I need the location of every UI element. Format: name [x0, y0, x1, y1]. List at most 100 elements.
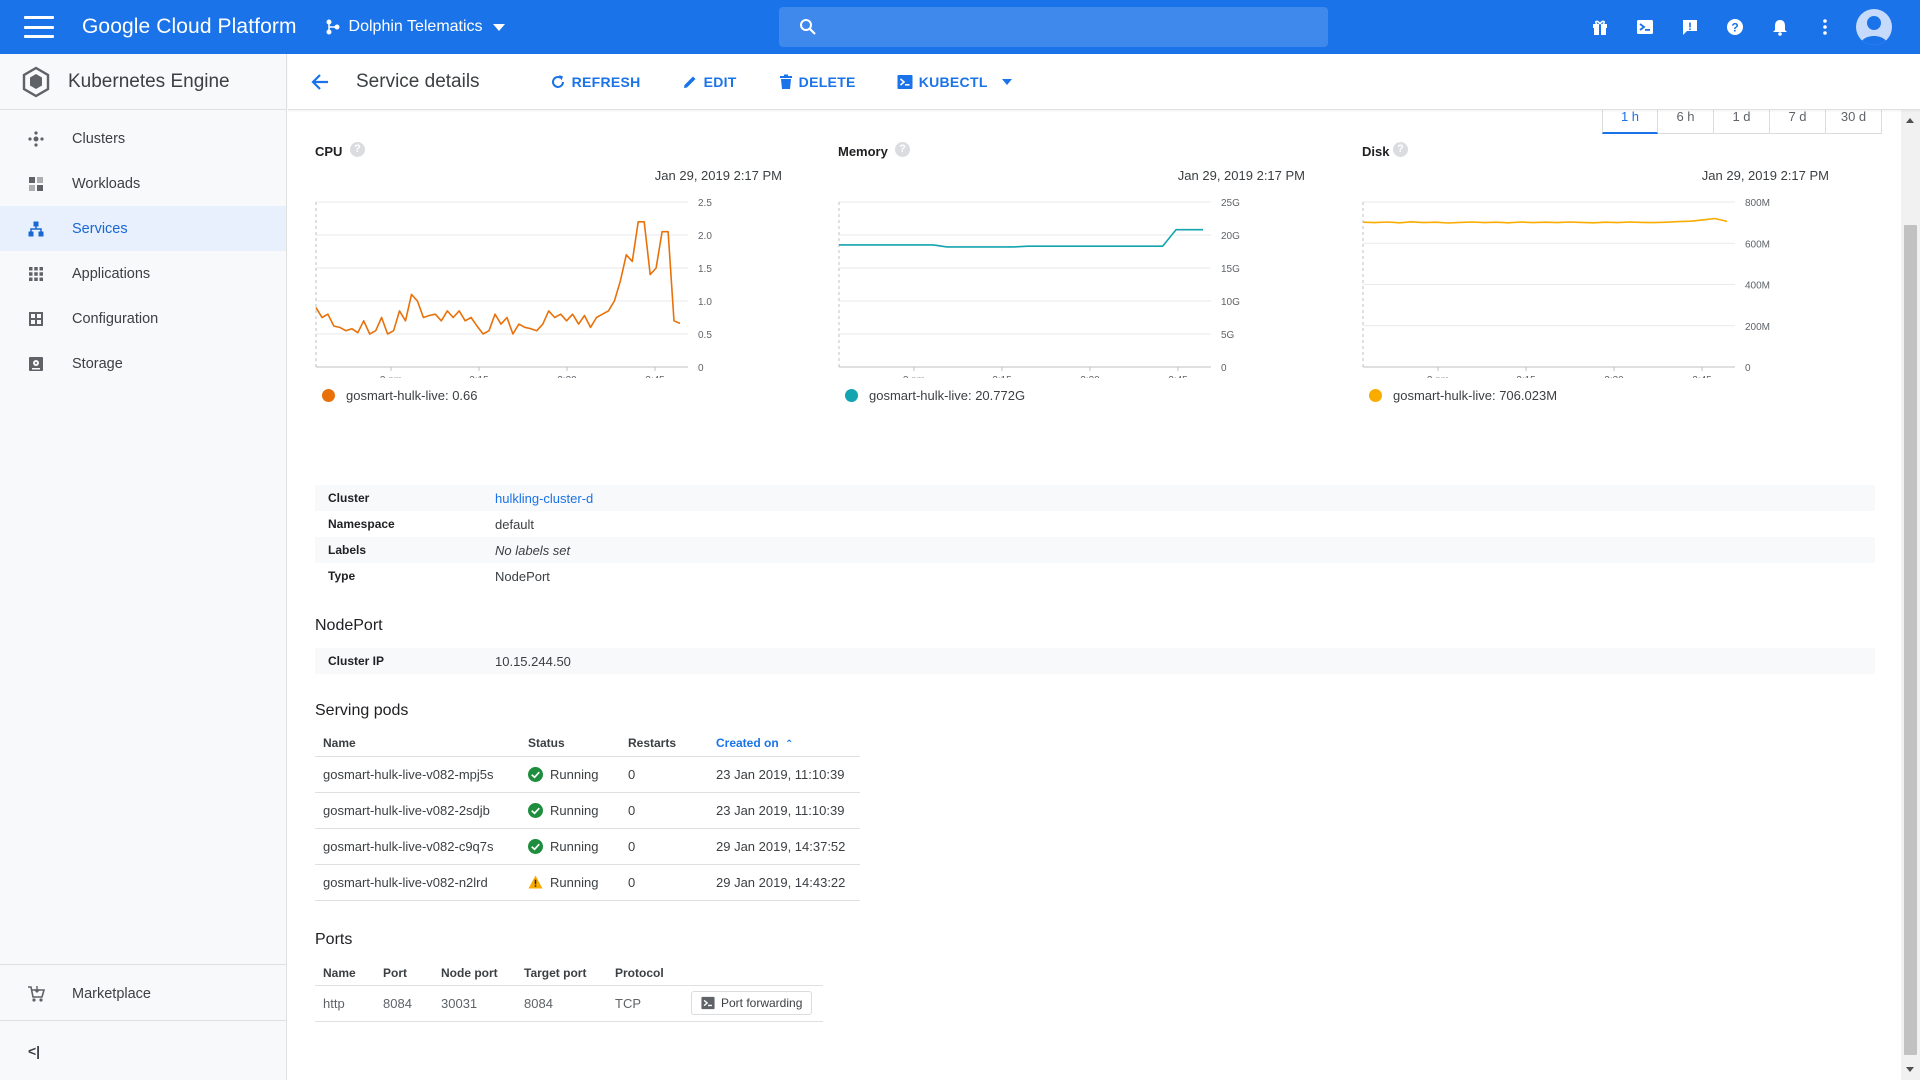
target-port: 8084 [516, 985, 607, 1022]
sidebar-item-configuration[interactable]: Configuration [0, 296, 286, 341]
detail-key: Type [328, 569, 356, 583]
back-arrow-icon[interactable] [310, 72, 330, 92]
refresh-label: REFRESH [571, 73, 641, 90]
svg-text:?: ? [1731, 21, 1738, 35]
port-name: http [315, 985, 375, 1022]
x-tick-label: 2 pm [380, 375, 402, 378]
services-icon [27, 220, 45, 238]
kubectl-button[interactable]: KUBECTL [897, 74, 1012, 90]
gift-icon[interactable] [1585, 12, 1615, 42]
y-tick-label: 20G [1221, 231, 1240, 242]
project-selector[interactable]: Dolphin Telematics [325, 18, 505, 36]
y-tick-label: 0 [698, 363, 704, 374]
help-icon[interactable]: ? [350, 142, 365, 157]
cpu-chart-plot: 0 0.5 1.0 1.5 2.0 2.5 2 pm 2:15 2:30 2:45 [315, 198, 712, 378]
detail-row: Cluster hulkling-cluster-d [315, 485, 1875, 511]
cluster-link[interactable]: hulkling-cluster-d [495, 491, 593, 506]
pod-name[interactable]: gosmart-hulk-live-v082-mpj5s [315, 756, 520, 793]
feedback-icon[interactable] [1675, 12, 1705, 42]
pod-status: Running [550, 802, 599, 818]
x-tick-label: 2:45 [1168, 375, 1188, 378]
page-scrollbar[interactable] [1901, 110, 1920, 1080]
node-port: 30031 [433, 985, 516, 1022]
sidebar-item-label: Configuration [72, 310, 159, 327]
sidebar-item-label: Applications [72, 265, 151, 282]
y-tick-label: 5G [1221, 330, 1235, 341]
sort-created-on-header[interactable]: Created on ⌃ [708, 730, 860, 757]
brand-title[interactable]: Google Cloud Platform [82, 15, 297, 39]
scroll-up-icon[interactable] [1906, 118, 1914, 123]
delete-button[interactable]: DELETE [779, 74, 856, 90]
help-icon[interactable]: ? [1720, 12, 1750, 42]
pod-status: Running [550, 766, 599, 782]
notifications-icon[interactable] [1765, 12, 1795, 42]
column-header: Node port [433, 961, 516, 986]
chevron-down-icon[interactable] [1001, 78, 1012, 85]
refresh-button[interactable]: REFRESH [550, 74, 641, 90]
y-tick-label: 10G [1221, 297, 1240, 308]
disk-chart-plot: 0 200M 400M 600M 800M 2 pm 2:15 2:30 2:45 [1362, 198, 1770, 378]
port-number: 8084 [375, 985, 433, 1022]
cpu-chart-legend: gosmart-hulk-live: 0.66 [322, 388, 478, 403]
collapse-sidebar-button[interactable]: <| [0, 1020, 286, 1080]
y-tick-label: 2.5 [698, 198, 712, 209]
x-tick-label: 2 pm [1427, 375, 1449, 378]
y-tick-label: 0 [1745, 363, 1751, 374]
detail-row: Namespace default [315, 511, 1875, 537]
detail-value: 10.15.244.50 [495, 653, 571, 669]
sidebar-item-services[interactable]: Services [0, 206, 286, 251]
x-tick-label: 2:30 [1604, 375, 1624, 378]
pod-name[interactable]: gosmart-hulk-live-v082-c9q7s [315, 828, 520, 865]
cloud-shell-icon[interactable] [1630, 12, 1660, 42]
y-tick-label: 2.0 [698, 231, 712, 242]
y-tick-label: 600M [1745, 239, 1770, 250]
project-icon [326, 19, 340, 35]
disk-chart: Disk ? Jan 29, 2019 2:17 PM 0 200M 400M 600… [1335, 128, 1835, 488]
scroll-down-icon[interactable] [1906, 1067, 1914, 1072]
sidebar-item-clusters[interactable]: Clusters [0, 116, 286, 161]
pod-created: 23 Jan 2019, 11:10:39 [708, 792, 860, 829]
workloads-icon [27, 175, 45, 193]
delete-label: DELETE [798, 73, 856, 90]
more-vert-icon[interactable] [1810, 12, 1840, 42]
search-icon [800, 19, 816, 35]
project-name: Dolphin Telematics [348, 18, 483, 35]
check-circle-icon [528, 766, 543, 782]
table-row: http 8084 30031 8084 TCP Port forwarding [315, 985, 823, 1022]
search-input[interactable] [829, 18, 1299, 36]
sort-ascending-icon: ⌃ [785, 738, 794, 750]
disk-chart-legend: gosmart-hulk-live: 706.023M [1369, 388, 1557, 403]
applications-icon [27, 265, 45, 283]
sidebar-item-storage[interactable]: Storage [0, 341, 286, 386]
sidebar-item-workloads[interactable]: Workloads [0, 161, 286, 206]
detail-key: Namespace [328, 517, 395, 531]
disk-chart-title: Disk [1362, 144, 1390, 159]
refresh-icon [550, 74, 566, 90]
kubectl-label: KUBECTL [918, 73, 988, 90]
terminal-icon [897, 74, 913, 90]
x-tick-label: 2:30 [557, 375, 577, 378]
sidebar-item-applications[interactable]: Applications [0, 251, 286, 296]
help-icon[interactable]: ? [1393, 142, 1408, 157]
x-tick-label: 2:30 [1080, 375, 1100, 378]
pod-name[interactable]: gosmart-hulk-live-v082-n2lrd [315, 864, 520, 901]
sidebar: Kubernetes Engine Clusters Workloads Ser… [0, 54, 287, 1080]
scrollbar-thumb[interactable] [1904, 225, 1917, 1055]
column-header: Name [315, 961, 375, 986]
edit-button[interactable]: EDIT [682, 74, 737, 90]
top-bar: Google Cloud Platform Dolphin Telematics… [0, 0, 1920, 54]
check-circle-icon [528, 802, 543, 818]
x-tick-label: 2 pm [903, 375, 925, 378]
pod-name[interactable]: gosmart-hulk-live-v082-2sdjb [315, 792, 520, 829]
menu-icon[interactable] [24, 16, 54, 38]
table-row: gosmart-hulk-live-v082-c9q7s Running 0 2… [315, 828, 860, 865]
configuration-icon [27, 310, 45, 328]
avatar[interactable] [1856, 9, 1892, 45]
help-icon[interactable]: ? [895, 142, 910, 157]
port-forwarding-button[interactable]: Port forwarding [691, 991, 813, 1015]
column-header: Restarts [620, 730, 708, 757]
column-header: Protocol [607, 961, 683, 986]
search-bar[interactable] [779, 7, 1328, 47]
nodeport-table: Cluster IP 10.15.244.50 [315, 648, 1875, 674]
sidebar-item-marketplace[interactable]: Marketplace [0, 965, 286, 1023]
